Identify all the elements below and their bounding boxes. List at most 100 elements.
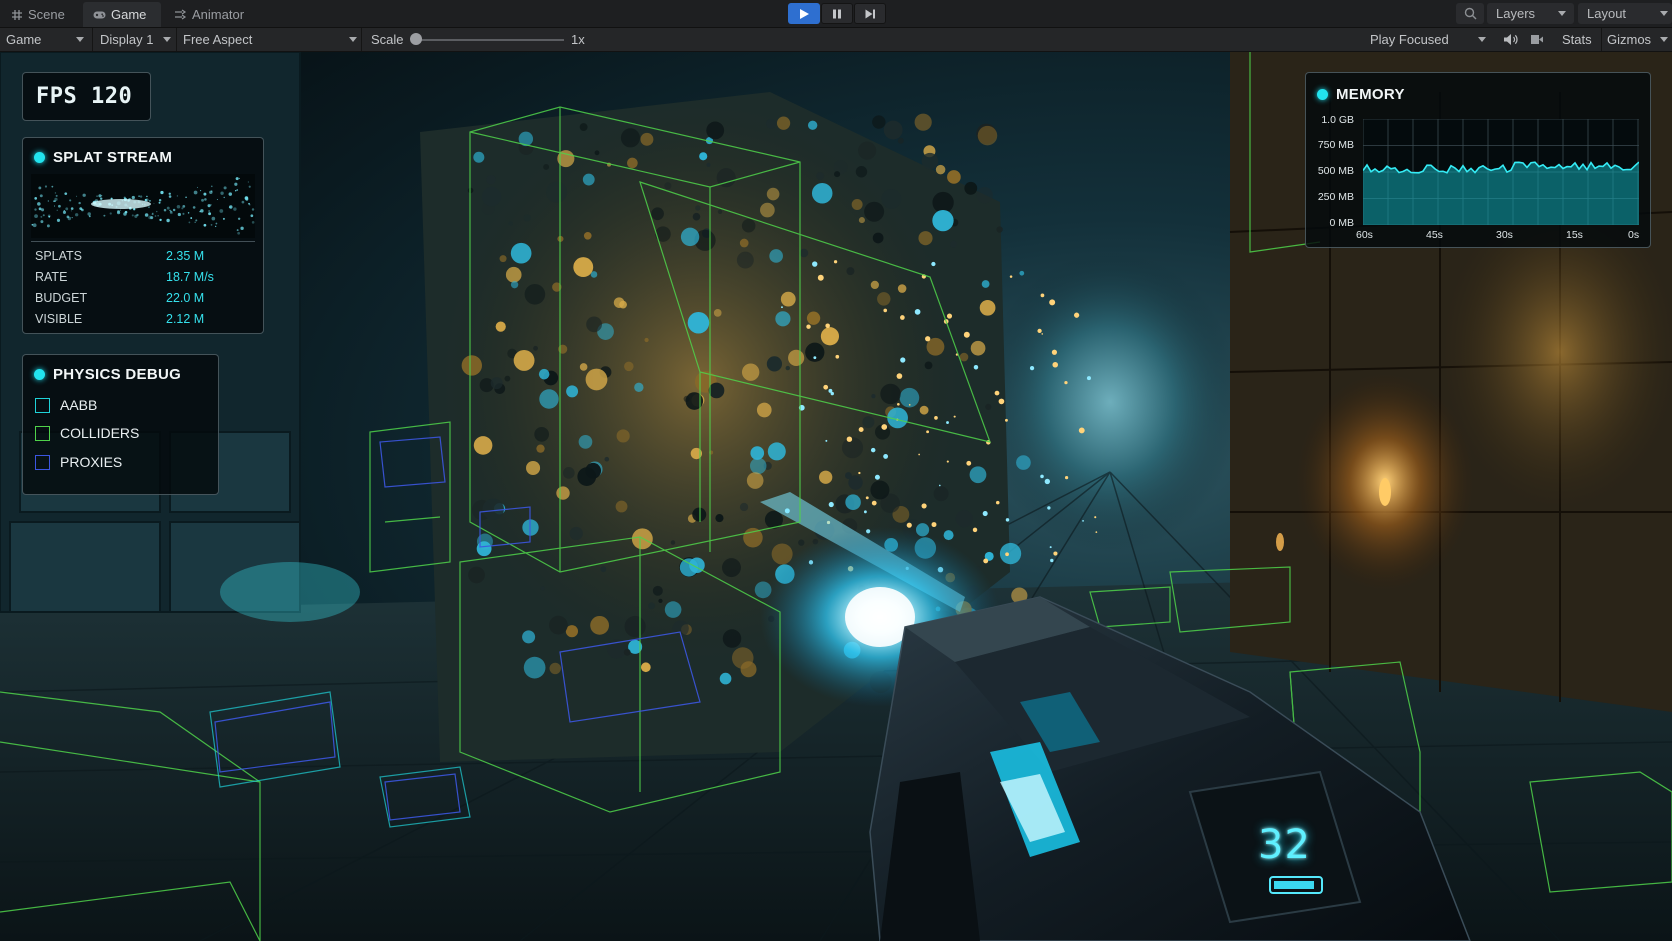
spark-particle bbox=[946, 313, 953, 319]
checkbox[interactable] bbox=[35, 397, 50, 413]
memory-header: MEMORY bbox=[1317, 86, 1405, 103]
preview-point bbox=[39, 194, 43, 198]
display-dropdown[interactable]: Display 1 bbox=[92, 28, 174, 51]
spark-particle bbox=[994, 390, 1000, 396]
preview-point bbox=[34, 214, 38, 219]
preview-point bbox=[145, 198, 149, 202]
preview-point bbox=[38, 186, 42, 190]
status-dot-icon bbox=[34, 152, 45, 163]
splat-particle bbox=[680, 227, 700, 247]
toggle-aabb[interactable]: AABB bbox=[35, 397, 97, 413]
splat-particle bbox=[623, 648, 631, 656]
preview-point bbox=[250, 214, 254, 218]
toggle-colliders[interactable]: COLLIDERS bbox=[35, 425, 139, 441]
gizmos-dropdown[interactable]: Gizmos bbox=[1601, 28, 1672, 51]
play-mode-dropdown[interactable]: Play Focused bbox=[1365, 28, 1490, 51]
aspect-dropdown[interactable]: Free Aspect bbox=[176, 28, 360, 51]
splat-particle bbox=[1019, 270, 1025, 276]
splat-particle bbox=[490, 377, 503, 390]
spark-particle bbox=[918, 453, 920, 456]
splat-particle bbox=[921, 152, 939, 170]
preview-point bbox=[190, 217, 193, 219]
preview-point bbox=[158, 201, 161, 204]
spark-particle bbox=[1053, 551, 1058, 556]
play-button[interactable] bbox=[788, 3, 820, 24]
spark-particle bbox=[963, 331, 970, 338]
splat-particle bbox=[719, 672, 732, 685]
spark-particle bbox=[858, 427, 864, 433]
preview-point bbox=[78, 201, 81, 205]
scale-slider-knob[interactable] bbox=[410, 33, 422, 45]
splat-particle bbox=[924, 361, 933, 370]
splat-particle bbox=[949, 240, 958, 248]
splat-particle bbox=[679, 558, 699, 577]
preview-point bbox=[116, 211, 121, 215]
preview-point bbox=[151, 213, 154, 216]
memory-graph bbox=[1363, 119, 1639, 225]
splat-particle bbox=[877, 292, 891, 306]
preview-point bbox=[248, 185, 251, 188]
preview-point bbox=[237, 231, 241, 235]
mute-audio-button[interactable] bbox=[1500, 28, 1520, 51]
stats-toggle-icon-button[interactable] bbox=[1527, 28, 1547, 51]
splat-stream-panel: SPLAT STREAM SPLATS 2.35 M RATE 18.7 M/s… bbox=[22, 137, 264, 334]
memory-x-label: 60s bbox=[1356, 229, 1373, 241]
scale-slider-track bbox=[414, 39, 564, 41]
splat-stream-title: SPLAT STREAM bbox=[53, 149, 173, 166]
chevron-down-icon bbox=[1660, 37, 1668, 42]
spark-particle bbox=[931, 522, 937, 528]
play-icon bbox=[800, 8, 809, 19]
splat-particle bbox=[640, 132, 654, 146]
step-button[interactable] bbox=[854, 3, 886, 24]
pause-button[interactable] bbox=[821, 3, 853, 24]
preview-point bbox=[248, 202, 250, 205]
splat-particle bbox=[914, 113, 932, 131]
splat-particle bbox=[932, 209, 954, 232]
view-dropdown[interactable]: Game bbox=[0, 28, 86, 51]
tab-game-label: Game bbox=[111, 7, 147, 22]
preview-point bbox=[234, 190, 237, 192]
checkbox[interactable] bbox=[35, 454, 50, 470]
stat-key: SPLATS bbox=[35, 249, 83, 263]
splat-particle bbox=[556, 486, 570, 500]
divider bbox=[31, 241, 255, 242]
spark-particle bbox=[828, 388, 833, 393]
spark-particle bbox=[946, 421, 949, 424]
gizmos-label: Gizmos bbox=[1607, 32, 1652, 47]
layout-dropdown[interactable]: Layout bbox=[1578, 3, 1672, 24]
splat-particle bbox=[999, 542, 1022, 565]
splat-particle bbox=[766, 118, 777, 129]
splat-particle bbox=[979, 299, 996, 316]
tab-animator[interactable]: Animator bbox=[164, 2, 254, 27]
stats-button[interactable]: Stats bbox=[1556, 28, 1598, 51]
spark-particle bbox=[1078, 427, 1085, 434]
checkbox[interactable] bbox=[35, 425, 50, 441]
preview-point bbox=[70, 210, 72, 212]
chevron-down-icon bbox=[163, 37, 171, 42]
preview-point bbox=[32, 223, 37, 228]
spark-particle bbox=[982, 511, 988, 517]
splat-particle bbox=[820, 327, 840, 346]
splat-density-preview bbox=[31, 174, 255, 238]
splat-particle bbox=[658, 598, 663, 603]
tab-scene[interactable]: Scene bbox=[0, 2, 75, 27]
splat-particle bbox=[534, 427, 550, 442]
preview-point bbox=[75, 213, 79, 217]
splat-particle bbox=[504, 375, 511, 382]
splat-particle bbox=[578, 435, 593, 449]
preview-point bbox=[53, 205, 56, 207]
preview-point bbox=[96, 195, 98, 197]
splat-particle bbox=[811, 182, 833, 204]
preview-point bbox=[65, 207, 69, 211]
preview-point bbox=[201, 198, 204, 202]
splat-particle bbox=[918, 231, 933, 246]
splat-particle bbox=[539, 389, 559, 409]
layers-dropdown[interactable]: Layers bbox=[1487, 3, 1574, 24]
preview-point bbox=[200, 190, 202, 192]
spark-particle bbox=[966, 460, 972, 466]
preview-point bbox=[182, 212, 185, 215]
memory-panel: MEMORY 1.0 GB 750 MB 500 MB 250 MB 0 MB … bbox=[1305, 72, 1651, 248]
toggle-proxies[interactable]: PROXIES bbox=[35, 454, 122, 470]
search-button[interactable] bbox=[1456, 3, 1484, 24]
tab-game[interactable]: Game bbox=[83, 2, 161, 27]
